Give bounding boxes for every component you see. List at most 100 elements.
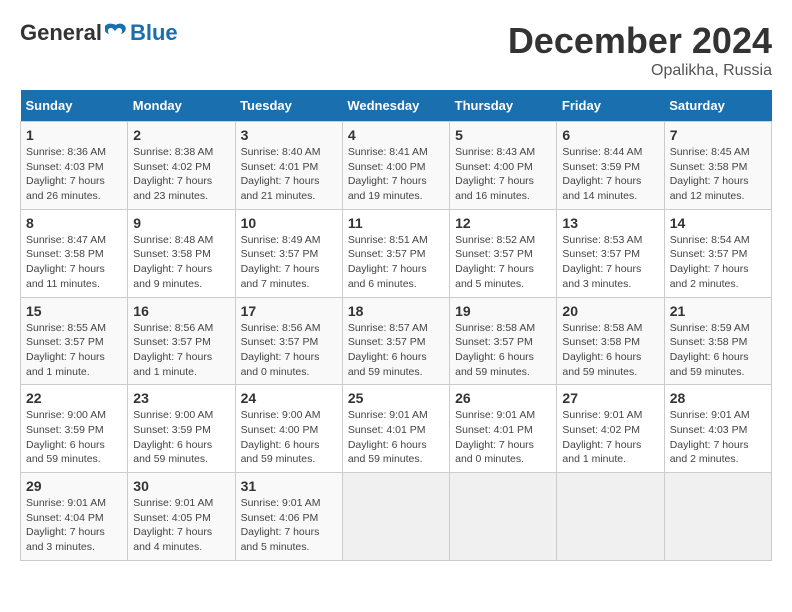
day-info: Sunrise: 9:01 AM Sunset: 4:04 PM Dayligh…	[26, 496, 122, 555]
calendar-week-row: 1 Sunrise: 8:36 AM Sunset: 4:03 PM Daylig…	[21, 122, 772, 210]
page-header: General Blue December 2024 Opalikha, Rus…	[20, 20, 772, 80]
day-number: 26	[455, 390, 551, 406]
day-number: 24	[241, 390, 337, 406]
day-number: 29	[26, 478, 122, 494]
day-info: Sunrise: 8:48 AM Sunset: 3:58 PM Dayligh…	[133, 233, 229, 292]
day-number: 1	[26, 127, 122, 143]
day-info: Sunrise: 8:49 AM Sunset: 3:57 PM Dayligh…	[241, 233, 337, 292]
header-friday: Friday	[557, 90, 664, 122]
calendar-cell: 19Sunrise: 8:58 AM Sunset: 3:57 PM Dayli…	[450, 297, 557, 385]
calendar-cell: 29 Sunrise: 9:01 AM Sunset: 4:04 PM Dayli…	[21, 473, 128, 561]
day-number: 31	[241, 478, 337, 494]
calendar-week-row: 8 Sunrise: 8:47 AM Sunset: 3:58 PM Daylig…	[21, 209, 772, 297]
calendar-cell: 7Sunrise: 8:45 AM Sunset: 3:58 PM Daylig…	[664, 122, 771, 210]
day-info: Sunrise: 8:47 AM Sunset: 3:58 PM Dayligh…	[26, 233, 122, 292]
weekday-header-row: Sunday Monday Tuesday Wednesday Thursday…	[21, 90, 772, 122]
calendar-week-row: 15Sunrise: 8:55 AM Sunset: 3:57 PM Dayli…	[21, 297, 772, 385]
calendar-cell: 14 Sunrise: 8:54 AM Sunset: 3:57 PM Dayli…	[664, 209, 771, 297]
logo: General Blue	[20, 20, 178, 46]
calendar-cell: 17 Sunrise: 8:56 AM Sunset: 3:57 PM Dayli…	[235, 297, 342, 385]
calendar-cell: 12Sunrise: 8:52 AM Sunset: 3:57 PM Dayli…	[450, 209, 557, 297]
calendar-cell: 9 Sunrise: 8:48 AM Sunset: 3:58 PM Daylig…	[128, 209, 235, 297]
day-number: 13	[562, 215, 658, 231]
day-info: Sunrise: 8:54 AM Sunset: 3:57 PM Dayligh…	[670, 233, 766, 292]
day-info: Sunrise: 9:00 AM Sunset: 4:00 PM Dayligh…	[241, 408, 337, 467]
day-info: Sunrise: 9:00 AM Sunset: 3:59 PM Dayligh…	[26, 408, 122, 467]
logo-bird-icon	[105, 23, 127, 43]
calendar-cell: 10Sunrise: 8:49 AM Sunset: 3:57 PM Dayli…	[235, 209, 342, 297]
calendar-table: Sunday Monday Tuesday Wednesday Thursday…	[20, 90, 772, 561]
day-number: 9	[133, 215, 229, 231]
day-info: Sunrise: 8:56 AM Sunset: 3:57 PM Dayligh…	[133, 321, 229, 380]
day-number: 15	[26, 303, 122, 319]
day-info: Sunrise: 9:01 AM Sunset: 4:06 PM Dayligh…	[241, 496, 337, 555]
calendar-cell: 26 Sunrise: 9:01 AM Sunset: 4:01 PM Dayli…	[450, 385, 557, 473]
day-info: Sunrise: 8:38 AM Sunset: 4:02 PM Dayligh…	[133, 145, 229, 204]
day-info: Sunrise: 8:58 AM Sunset: 3:58 PM Dayligh…	[562, 321, 658, 380]
day-number: 30	[133, 478, 229, 494]
calendar-cell: 11 Sunrise: 8:51 AM Sunset: 3:57 PM Dayli…	[342, 209, 449, 297]
day-info: Sunrise: 8:56 AM Sunset: 3:57 PM Dayligh…	[241, 321, 337, 380]
header-wednesday: Wednesday	[342, 90, 449, 122]
day-number: 7	[670, 127, 766, 143]
day-number: 6	[562, 127, 658, 143]
day-number: 3	[241, 127, 337, 143]
day-number: 25	[348, 390, 444, 406]
day-number: 4	[348, 127, 444, 143]
calendar-week-row: 29 Sunrise: 9:01 AM Sunset: 4:04 PM Dayli…	[21, 473, 772, 561]
calendar-cell: 23Sunrise: 9:00 AM Sunset: 3:59 PM Dayli…	[128, 385, 235, 473]
calendar-cell: 1 Sunrise: 8:36 AM Sunset: 4:03 PM Daylig…	[21, 122, 128, 210]
calendar-cell: 24 Sunrise: 9:00 AM Sunset: 4:00 PM Dayli…	[235, 385, 342, 473]
day-number: 11	[348, 215, 444, 231]
calendar-cell	[342, 473, 449, 561]
calendar-cell: 22 Sunrise: 9:00 AM Sunset: 3:59 PM Dayli…	[21, 385, 128, 473]
day-number: 22	[26, 390, 122, 406]
day-info: Sunrise: 8:57 AM Sunset: 3:57 PM Dayligh…	[348, 321, 444, 380]
calendar-cell: 25Sunrise: 9:01 AM Sunset: 4:01 PM Dayli…	[342, 385, 449, 473]
day-info: Sunrise: 8:41 AM Sunset: 4:00 PM Dayligh…	[348, 145, 444, 204]
calendar-cell	[450, 473, 557, 561]
calendar-cell: 5Sunrise: 8:43 AM Sunset: 4:00 PM Daylig…	[450, 122, 557, 210]
day-number: 20	[562, 303, 658, 319]
logo-general-text: General	[20, 20, 102, 46]
calendar-cell: 15Sunrise: 8:55 AM Sunset: 3:57 PM Dayli…	[21, 297, 128, 385]
day-number: 8	[26, 215, 122, 231]
day-info: Sunrise: 8:40 AM Sunset: 4:01 PM Dayligh…	[241, 145, 337, 204]
day-number: 18	[348, 303, 444, 319]
calendar-cell: 28 Sunrise: 9:01 AM Sunset: 4:03 PM Dayli…	[664, 385, 771, 473]
day-number: 14	[670, 215, 766, 231]
day-info: Sunrise: 8:58 AM Sunset: 3:57 PM Dayligh…	[455, 321, 551, 380]
calendar-cell	[664, 473, 771, 561]
calendar-week-row: 22 Sunrise: 9:00 AM Sunset: 3:59 PM Dayli…	[21, 385, 772, 473]
calendar-cell: 31 Sunrise: 9:01 AM Sunset: 4:06 PM Dayli…	[235, 473, 342, 561]
calendar-cell: 8 Sunrise: 8:47 AM Sunset: 3:58 PM Daylig…	[21, 209, 128, 297]
day-info: Sunrise: 9:01 AM Sunset: 4:03 PM Dayligh…	[670, 408, 766, 467]
calendar-cell	[557, 473, 664, 561]
day-info: Sunrise: 8:53 AM Sunset: 3:57 PM Dayligh…	[562, 233, 658, 292]
month-title: December 2024	[508, 20, 772, 62]
calendar-cell: 16 Sunrise: 8:56 AM Sunset: 3:57 PM Dayli…	[128, 297, 235, 385]
header-saturday: Saturday	[664, 90, 771, 122]
title-block: December 2024 Opalikha, Russia	[508, 20, 772, 80]
calendar-cell: 18 Sunrise: 8:57 AM Sunset: 3:57 PM Dayli…	[342, 297, 449, 385]
calendar-cell: 21Sunrise: 8:59 AM Sunset: 3:58 PM Dayli…	[664, 297, 771, 385]
day-info: Sunrise: 8:43 AM Sunset: 4:00 PM Dayligh…	[455, 145, 551, 204]
header-thursday: Thursday	[450, 90, 557, 122]
calendar-cell: 2Sunrise: 8:38 AM Sunset: 4:02 PM Daylig…	[128, 122, 235, 210]
calendar-cell: 3 Sunrise: 8:40 AM Sunset: 4:01 PM Daylig…	[235, 122, 342, 210]
day-number: 28	[670, 390, 766, 406]
day-info: Sunrise: 8:51 AM Sunset: 3:57 PM Dayligh…	[348, 233, 444, 292]
day-number: 23	[133, 390, 229, 406]
day-info: Sunrise: 9:01 AM Sunset: 4:01 PM Dayligh…	[455, 408, 551, 467]
calendar-cell: 13 Sunrise: 8:53 AM Sunset: 3:57 PM Dayli…	[557, 209, 664, 297]
day-info: Sunrise: 8:36 AM Sunset: 4:03 PM Dayligh…	[26, 145, 122, 204]
day-number: 12	[455, 215, 551, 231]
calendar-cell: 30Sunrise: 9:01 AM Sunset: 4:05 PM Dayli…	[128, 473, 235, 561]
day-number: 27	[562, 390, 658, 406]
header-sunday: Sunday	[21, 90, 128, 122]
day-number: 16	[133, 303, 229, 319]
header-monday: Monday	[128, 90, 235, 122]
day-info: Sunrise: 9:01 AM Sunset: 4:02 PM Dayligh…	[562, 408, 658, 467]
day-number: 17	[241, 303, 337, 319]
day-info: Sunrise: 8:59 AM Sunset: 3:58 PM Dayligh…	[670, 321, 766, 380]
